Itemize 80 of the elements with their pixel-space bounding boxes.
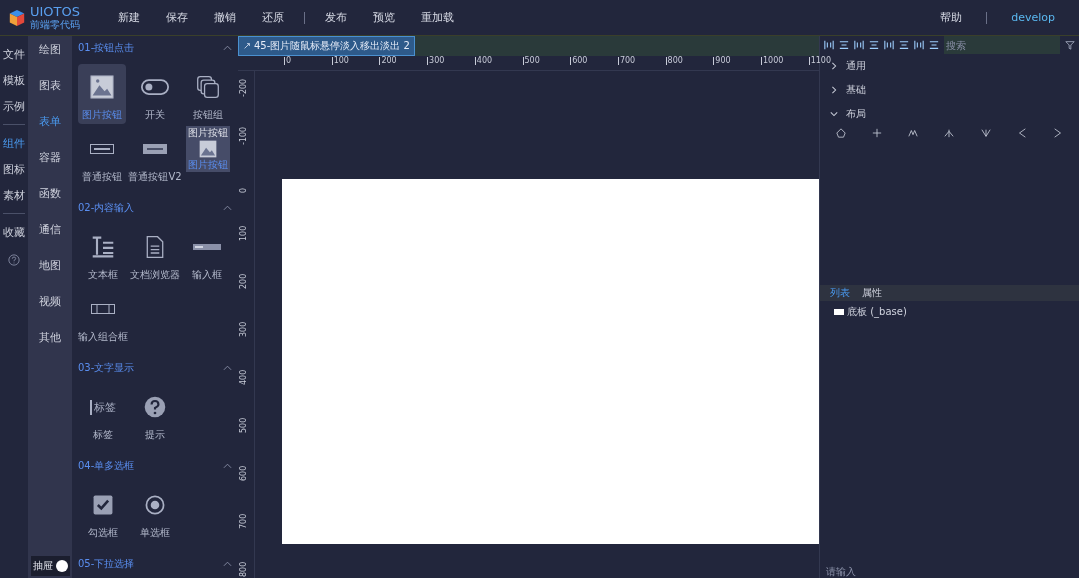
ruler-label: 700: [617, 57, 636, 65]
document-tab[interactable]: 45-图片随鼠标悬停淡入移出淡出 2: [238, 36, 415, 56]
drawer-label: 抽屉: [32, 559, 53, 573]
nav-item[interactable]: 示例: [0, 98, 28, 114]
category-item[interactable]: 函数: [39, 186, 61, 200]
nav-item[interactable]: 组件: [0, 135, 28, 151]
ruler-label: 1000: [761, 57, 784, 65]
menu-button[interactable]: 重加载: [409, 10, 466, 25]
nav-item[interactable]: 模板: [0, 72, 28, 88]
label-preview: 标签: [90, 399, 116, 415]
ruler-label: 400: [240, 368, 248, 385]
category-item[interactable]: 通信: [39, 222, 61, 236]
menu-button[interactable]: 保存: [154, 10, 200, 25]
component-item[interactable]: 提示: [130, 384, 180, 444]
menu-button[interactable]: 撤销: [202, 10, 248, 25]
category-item[interactable]: 表单: [39, 114, 61, 128]
component-item[interactable]: 普通按钮: [78, 126, 127, 186]
section-title: 04-单多选框: [78, 459, 135, 473]
component-item[interactable]: 普通按钮V2: [128, 126, 182, 186]
ruler-label: 0: [240, 186, 248, 193]
search-field[interactable]: 搜索: [944, 36, 1060, 54]
component-item[interactable]: 标签 标签: [78, 384, 128, 444]
menu-button[interactable]: 预览: [361, 10, 407, 25]
component-item[interactable]: 按钮组: [183, 64, 232, 124]
input-field[interactable]: 请输入: [820, 564, 1079, 578]
category-item[interactable]: 地图: [39, 258, 61, 272]
ruler-label: -100: [240, 125, 248, 145]
panel-tab[interactable]: 属性: [862, 286, 882, 300]
nav-item[interactable]: 文件: [0, 46, 28, 62]
ruler-label: 300: [427, 57, 445, 65]
component-item[interactable]: 开关: [128, 64, 182, 124]
nav-item[interactable]: 素材: [0, 187, 28, 203]
drag-tooltip-title: 图片按钮: [188, 127, 228, 139]
ruler-label: 500: [522, 57, 540, 65]
ruler-label: 600: [240, 464, 248, 481]
section-title: 05-下拉选择: [78, 557, 135, 571]
ruler-label: 100: [240, 224, 248, 241]
category-item[interactable]: 绘图: [39, 42, 61, 56]
help-link[interactable]: 帮助: [928, 10, 975, 25]
logo-title: UIOTOS: [30, 5, 80, 19]
category-item[interactable]: 容器: [39, 150, 61, 164]
component-item[interactable]: 单选框: [130, 482, 180, 542]
ruler-label: 100: [331, 57, 349, 65]
ruler-label: 200: [379, 57, 397, 65]
category-item[interactable]: 视频: [39, 294, 61, 308]
menu-button[interactable]: 发布: [313, 10, 359, 25]
ruler-label: 700: [240, 512, 248, 529]
ruler-label: 800: [240, 560, 248, 577]
menu-button[interactable]: 还原: [250, 10, 296, 25]
component-item[interactable]: 输入框: [182, 224, 232, 284]
section-title: 03-文字显示: [78, 361, 135, 375]
user-link[interactable]: develop: [999, 11, 1067, 24]
component-item[interactable]: 输入组合框: [78, 286, 128, 346]
ruler-label: 1100: [808, 57, 832, 65]
component-item[interactable]: 文本框: [78, 224, 128, 284]
ruler-label: 500: [240, 416, 248, 433]
ruler-label: -200: [240, 77, 248, 97]
menu-button[interactable]: 新建: [106, 10, 152, 25]
drag-tooltip-label: 图片按钮: [188, 159, 228, 171]
panel-tab[interactable]: 列表: [830, 286, 850, 300]
ruler-label: 600: [570, 57, 588, 65]
category-item[interactable]: 图表: [39, 78, 61, 92]
palette-group[interactable]: 布局: [846, 107, 866, 121]
ruler-label: 400: [474, 57, 493, 65]
ruler-label: 0: [284, 57, 292, 65]
nav-item[interactable]: 图标: [0, 161, 28, 177]
category-item[interactable]: 其他: [39, 330, 61, 344]
component-item[interactable]: 勾选框: [78, 482, 128, 542]
logo-subtitle: 前端零代码: [30, 19, 80, 30]
palette-group[interactable]: 通用: [846, 59, 866, 73]
component-item[interactable]: 文档浏览器: [130, 224, 180, 284]
ruler-label: 900: [713, 57, 731, 65]
layer-item[interactable]: 底板 (_base): [847, 305, 907, 319]
nav-item[interactable]: 收藏: [0, 224, 28, 240]
ruler-label: 200: [240, 272, 248, 289]
ruler-label: 300: [240, 320, 248, 337]
ruler-label: 800: [665, 57, 683, 65]
palette-group[interactable]: 基础: [846, 83, 866, 97]
section-title: 01-按钮点击: [78, 41, 135, 55]
section-title: 02-内容输入: [78, 201, 135, 215]
